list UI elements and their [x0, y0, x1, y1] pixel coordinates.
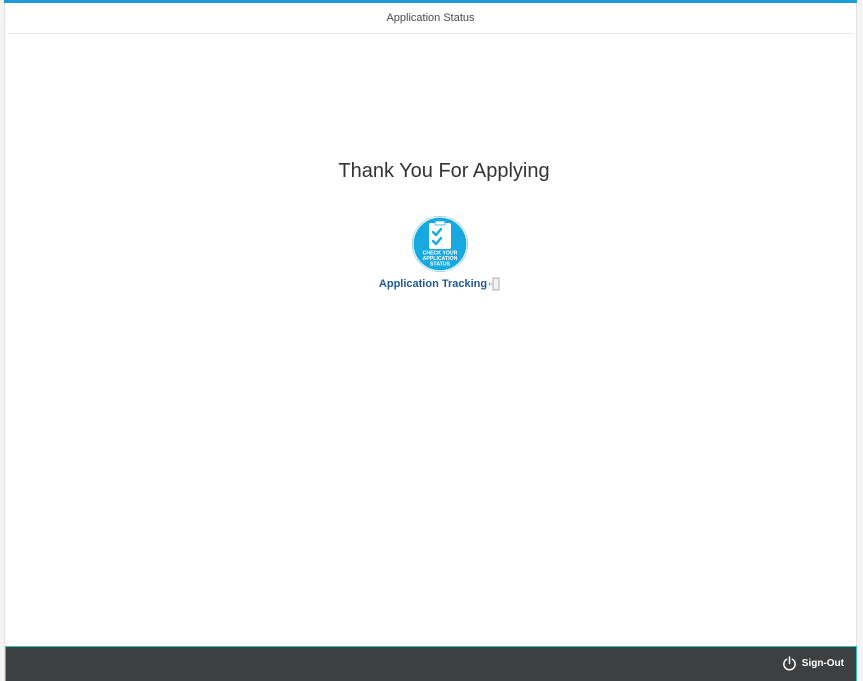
signout-button[interactable]: Sign-Out [782, 656, 844, 671]
check-application-status-badge[interactable]: CHECK YOUR APPLICATION STATUS [411, 216, 468, 272]
footer-bar: Sign-Out [5, 646, 857, 681]
signout-label: Sign-Out [801, 658, 844, 669]
clipboard-check-icon: CHECK YOUR APPLICATION STATUS [411, 216, 468, 272]
header-divider [8, 33, 853, 34]
application-tracking-label[interactable]: Application Tracking [379, 278, 487, 290]
thank-you-heading: Thank You For Applying [338, 160, 550, 182]
page-frame [4, 0, 857, 681]
tracking-label-row: Application Tracking [379, 277, 500, 291]
page-title: Application Status [386, 12, 475, 24]
external-link-icon [488, 277, 500, 291]
application-tracking-link[interactable]: CHECK YOUR APPLICATION STATUS Applicatio… [377, 216, 502, 291]
page-header: Application Status [4, 3, 857, 33]
badge-line-3: STATUS [430, 262, 451, 268]
power-icon [782, 656, 796, 671]
